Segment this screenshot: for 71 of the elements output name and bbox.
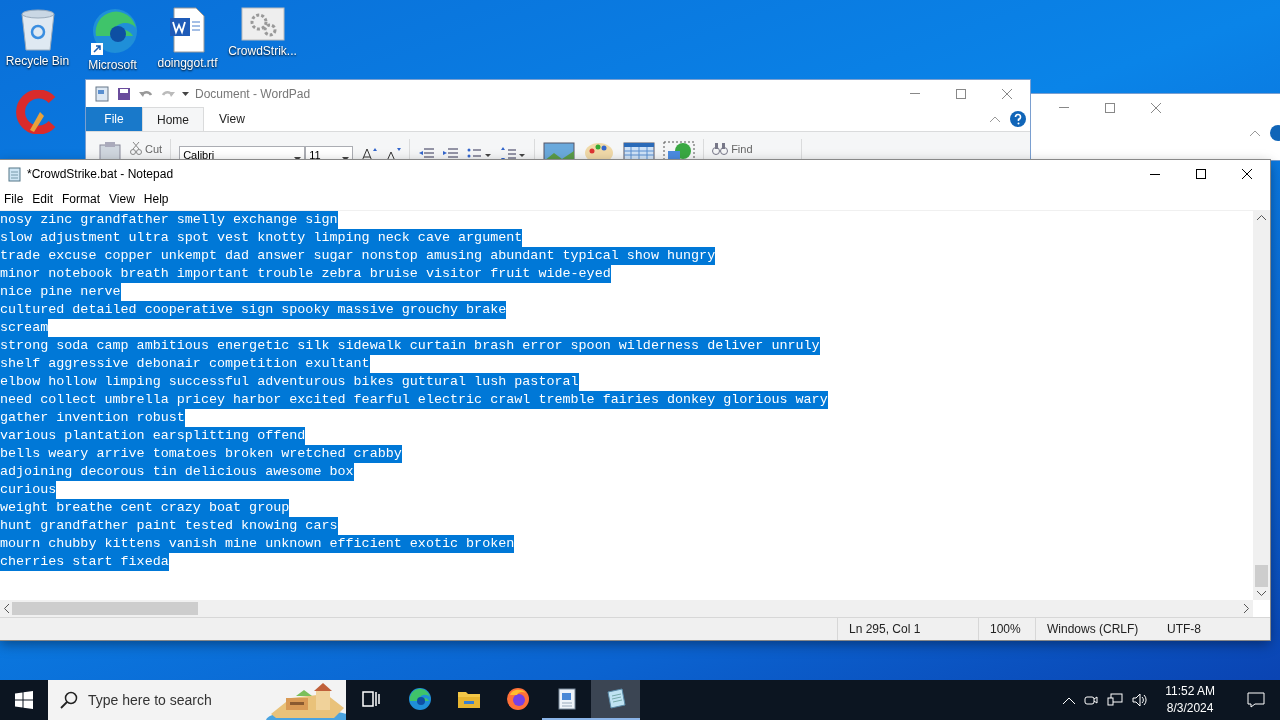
minimize-icon: [1150, 173, 1160, 175]
insert-object-icon[interactable]: [663, 139, 696, 160]
maximize-icon: [1105, 102, 1115, 113]
task-view-icon: [361, 691, 380, 707]
line-spacing-icon[interactable]: [500, 145, 527, 160]
binoculars-icon: [712, 142, 729, 155]
ribbon-tab[interactable]: Home: [142, 107, 204, 131]
line-ending: Windows (CRLF): [1035, 618, 1156, 640]
scrollbar-thumb[interactable]: [1255, 565, 1268, 587]
menu-item[interactable]: File: [4, 192, 29, 206]
scroll-up-icon[interactable]: [1257, 215, 1266, 220]
notepad-icon: [604, 688, 627, 710]
cut-button[interactable]: Cut: [130, 142, 163, 160]
encoding: UTF-8: [1166, 621, 1202, 638]
vertical-scrollbar[interactable]: [1253, 211, 1270, 600]
window-title: *CrowdStrike.bat - Notepad: [27, 167, 174, 181]
grow-font-icon[interactable]: [361, 145, 378, 160]
collapse-ribbon-icon[interactable]: [1250, 130, 1260, 136]
close-icon: [1151, 102, 1161, 113]
zoom-level: 100%: [978, 618, 1035, 640]
maximize-icon: [1196, 169, 1206, 179]
minimize-icon: [910, 93, 920, 94]
document-icon[interactable]: [167, 6, 208, 54]
desktop-icon-label[interactable]: Recycle Bin: [5, 54, 70, 68]
firefox-icon: [505, 687, 530, 711]
find-button[interactable]: Find: [712, 142, 753, 160]
maximize-icon: [956, 88, 966, 99]
menu-item[interactable]: Edit: [32, 192, 59, 206]
horizontal-scrollbar[interactable]: [0, 600, 1253, 617]
menu-item[interactable]: Help: [143, 192, 174, 206]
scroll-left-icon[interactable]: [4, 604, 9, 613]
folder-icon: [456, 689, 481, 709]
camera-icon[interactable]: [1084, 693, 1099, 707]
font-size-field[interactable]: 11: [305, 146, 354, 160]
clock-date[interactable]: 8/3/2024: [1166, 700, 1214, 717]
collapse-ribbon-icon[interactable]: [990, 116, 1000, 122]
file-menu-button[interactable]: File: [86, 107, 142, 131]
scroll-right-icon[interactable]: [1244, 604, 1249, 613]
chevron-up-icon[interactable]: [1063, 696, 1076, 704]
window-title: Document - WordPad: [195, 86, 311, 101]
desktop-icon-label[interactable]: doinggot.rtf: [157, 56, 218, 70]
search-field[interactable]: Type here to search: [48, 680, 346, 720]
scrollbar-thumb[interactable]: [12, 602, 198, 615]
font-name-field[interactable]: Calibri: [179, 146, 306, 160]
wordpad-icon: [556, 688, 577, 710]
increase-indent-icon[interactable]: [442, 145, 459, 160]
help-icon[interactable]: [1010, 111, 1026, 127]
browser-icon: [407, 687, 432, 711]
minimize-icon: [1059, 107, 1069, 108]
save-icon[interactable]: [116, 85, 132, 102]
gears-icon[interactable]: [240, 6, 285, 42]
scroll-down-icon[interactable]: [1257, 591, 1266, 596]
shrink-font-icon[interactable]: [385, 145, 402, 160]
clock-time[interactable]: 11:52 AM: [1165, 683, 1215, 700]
menu-item[interactable]: Format: [62, 192, 106, 206]
caret-icon[interactable]: [182, 91, 189, 96]
close-icon: [1002, 88, 1012, 99]
search-icon: [60, 691, 78, 709]
desktop-icon-label[interactable]: CrowdStrik...: [228, 44, 297, 58]
speech-bubble-icon: [1247, 692, 1265, 708]
volume-icon[interactable]: [1132, 693, 1149, 707]
taskbar-button[interactable]: [591, 680, 640, 720]
windows-logo-icon: [15, 691, 33, 709]
wordpad-icon[interactable]: [94, 85, 110, 102]
decrease-indent-icon[interactable]: [418, 145, 435, 160]
desktop-icon-label[interactable]: Microsoft: [88, 58, 137, 72]
scissors-icon: [130, 142, 142, 155]
menu-item[interactable]: View: [109, 192, 140, 206]
network-icon[interactable]: [1107, 693, 1124, 707]
close-icon: [1242, 169, 1252, 179]
cursor-position: Ln 295, Col 1: [837, 618, 978, 640]
